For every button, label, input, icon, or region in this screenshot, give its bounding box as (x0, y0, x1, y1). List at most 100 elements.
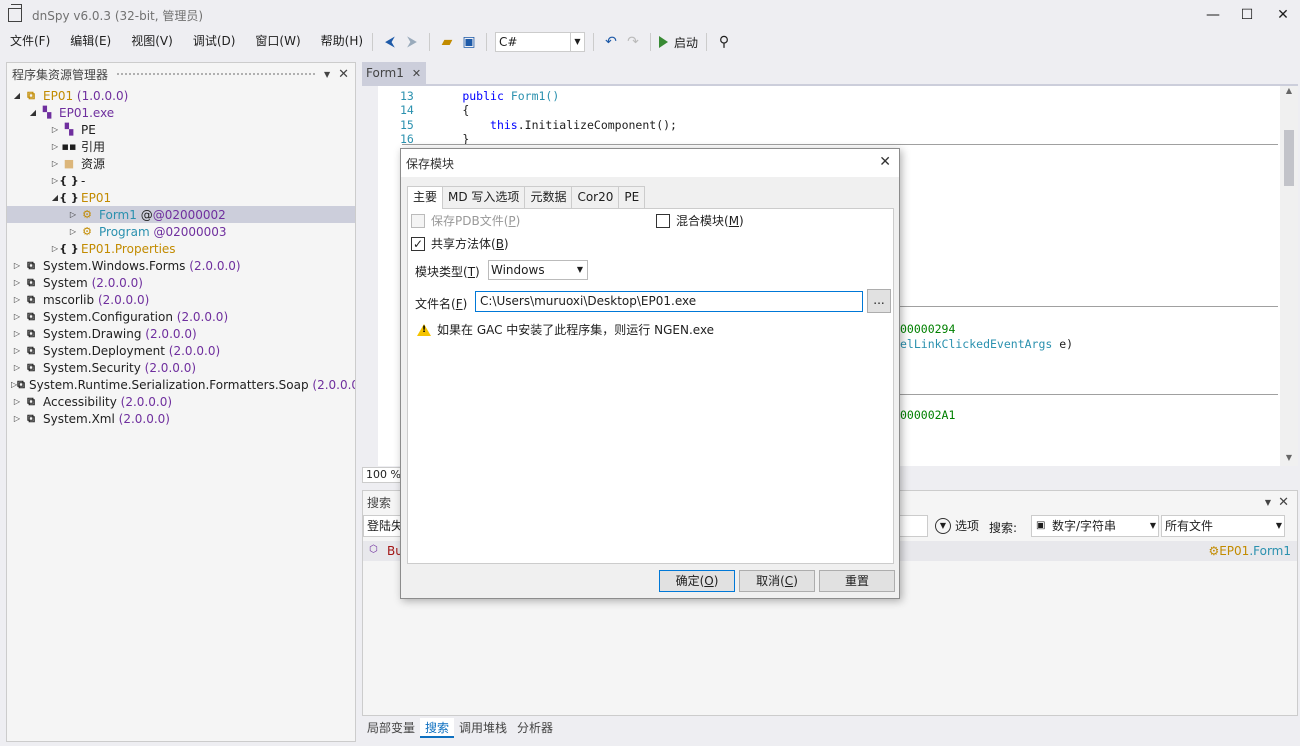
collapsed-icon[interactable]: ▷ (11, 278, 23, 287)
back-icon[interactable]: ⮜ (381, 33, 399, 51)
tree-item-system-security[interactable]: ▷ ⧉ System.Security (2.0.0.0) (7, 359, 355, 376)
assembly-tree: ◢ ⧉ EP01 (1.0.0.0) ◢ ▚ EP01.exe ▷ ▚ PE ▷… (7, 87, 355, 427)
tree-item-system-configuration[interactable]: ▷ ⧉ System.Configuration (2.0.0.0) (7, 308, 355, 325)
panel-close-icon[interactable]: ✕ (1278, 495, 1289, 510)
collapsed-icon[interactable]: ▷ (67, 210, 79, 219)
expanded-icon[interactable]: ◢ (11, 91, 23, 100)
tab-form1[interactable]: Form1 ✕ (362, 62, 426, 84)
collapsed-icon[interactable]: ▷ (49, 125, 61, 134)
tree-item-label: Accessibility (43, 394, 117, 409)
assembly-icon: ⧉ (27, 258, 35, 272)
tree-item-ep01-assembly[interactable]: ◢ ⧉ EP01 (1.0.0.0) (7, 87, 355, 104)
scrollbar-thumb[interactable] (1284, 130, 1294, 186)
tree-item-namespace-properties[interactable]: ▷ { } EP01 .Properties (7, 240, 355, 257)
ok-button[interactable]: 确定(O) (659, 570, 735, 592)
tree-item-references[interactable]: ▷ ▪▪ 引用 (7, 138, 355, 155)
collapsed-icon[interactable]: ▷ (49, 142, 61, 151)
tree-item-label: EP01 (81, 190, 112, 205)
tree-item-system-runtime-serialization[interactable]: ▷ ⧉ System.Runtime.Serialization.Formatt… (7, 376, 355, 393)
panel-close-icon[interactable]: ✕ (338, 67, 349, 82)
tree-item-ep01-exe[interactable]: ◢ ▚ EP01.exe (7, 104, 355, 121)
reset-button[interactable]: 重置 (819, 570, 895, 592)
scroll-down-icon[interactable]: ▼ (1280, 453, 1298, 462)
tree-item-program[interactable]: ▷ ⚙ Program @02000003 (7, 223, 355, 240)
tree-item-system-drawing[interactable]: ▷ ⧉ System.Drawing (2.0.0.0) (7, 325, 355, 342)
tab-md-write-options[interactable]: MD 写入选项 (442, 186, 526, 208)
search-scope-select[interactable]: 所有文件 ▼ (1161, 515, 1285, 537)
tree-item-system-xml[interactable]: ▷ ⧉ System.Xml (2.0.0.0) (7, 410, 355, 427)
collapsed-icon[interactable]: ▷ (11, 346, 23, 355)
tree-item-system-windows-forms[interactable]: ▷ ⧉ System.Windows.Forms (2.0.0.0) (7, 257, 355, 274)
open-icon[interactable]: ▰ (438, 33, 456, 51)
tab-search[interactable]: 搜索 (420, 718, 455, 738)
forward-icon[interactable]: ⮞ (403, 33, 421, 51)
search-icon[interactable]: ⚲ (715, 33, 733, 51)
collapsed-icon[interactable]: ▷ (11, 363, 23, 372)
module-type-select[interactable]: Windows ▼ (488, 260, 588, 280)
search-type-select[interactable]: ▣ 数字/字符串 ▼ (1031, 515, 1159, 537)
save-module-dialog: 保存模块 ✕ 主要 MD 写入选项 元数据 Cor20 PE 保存PDB文件(P… (400, 148, 900, 599)
filename-input[interactable]: C:\Users\muruoxi\Desktop\EP01.exe (475, 291, 863, 312)
mixed-module-checkbox[interactable] (656, 213, 670, 228)
menu-view[interactable]: 视图(V) (121, 30, 183, 52)
collapsed-icon[interactable]: ▷ (11, 295, 23, 304)
tree-item-resources[interactable]: ▷ ■ 资源 (7, 155, 355, 172)
browse-button[interactable]: ... (867, 289, 891, 313)
tree-item-namespace-ep01[interactable]: ◢ { } EP01 (7, 189, 355, 206)
assembly-icon: ⧉ (27, 88, 35, 102)
collapsed-icon[interactable]: ▷ (67, 227, 79, 236)
tree-item-system-deployment[interactable]: ▷ ⧉ System.Deployment (2.0.0.0) (7, 342, 355, 359)
tree-item-accessibility[interactable]: ▷ ⧉ Accessibility (2.0.0.0) (7, 393, 355, 410)
collapsed-icon[interactable]: ▷ (11, 414, 23, 423)
tree-item-version: (2.0.0.0) (168, 343, 221, 358)
collapsed-icon[interactable]: ▷ (11, 397, 23, 406)
tab-close-icon[interactable]: ✕ (412, 67, 421, 80)
menu-window[interactable]: 窗口(W) (245, 30, 310, 52)
expanded-icon[interactable]: ◢ (27, 108, 39, 117)
undo-icon[interactable]: ↶ (602, 33, 620, 51)
code-token: 00000294 (900, 322, 956, 336)
tree-item-version: (2.0.0.0) (120, 394, 173, 409)
options-toggle[interactable]: ▼ 选项 (935, 517, 979, 534)
share-method-bodies-checkbox[interactable]: ✓ (411, 236, 425, 251)
share-method-bodies-option[interactable]: ✓ 共享方法体(B) (411, 235, 509, 252)
tree-item-mscorlib[interactable]: ▷ ⧉ mscorlib (2.0.0.0) (7, 291, 355, 308)
scroll-up-icon[interactable]: ▲ (1280, 86, 1298, 95)
editor-scrollbar[interactable]: ▲ ▼ (1280, 86, 1298, 466)
maximize-button[interactable]: ☐ (1230, 0, 1264, 30)
mixed-module-option[interactable]: 混合模块(M) (656, 212, 744, 229)
collapsed-icon[interactable]: ▷ (11, 261, 23, 270)
tab-metadata[interactable]: 元数据 (524, 186, 573, 208)
dialog-close-icon[interactable]: ✕ (879, 154, 891, 170)
collapsed-icon[interactable]: ▷ (49, 159, 61, 168)
tree-item-namespace-empty[interactable]: ▷ { } - (7, 172, 355, 189)
cancel-button[interactable]: 取消(C) (739, 570, 815, 592)
save-all-icon[interactable]: ▣ (460, 33, 478, 51)
menu-edit[interactable]: 编辑(E) (60, 30, 121, 52)
tab-call-stack[interactable]: 调用堆栈 (454, 718, 512, 738)
zoom-level[interactable]: 100 % (362, 467, 402, 483)
namespace-icon: { } (59, 174, 79, 187)
tree-item-pe[interactable]: ▷ ▚ PE (7, 121, 355, 138)
language-select[interactable]: C# ▼ (495, 32, 585, 52)
collapsed-icon[interactable]: ▷ (11, 329, 23, 338)
tab-main[interactable]: 主要 (407, 186, 444, 209)
panel-menu-icon[interactable]: ▼ (324, 70, 330, 79)
menu-file[interactable]: 文件(F) (0, 30, 60, 52)
start-button[interactable]: 启动 (659, 34, 698, 51)
menu-help[interactable]: 帮助(H) (311, 30, 373, 52)
collapsed-icon[interactable]: ▷ (11, 312, 23, 321)
tree-item-form1[interactable]: ▷ ⚙ Form1 @@02000002 (7, 206, 355, 223)
tab-pe[interactable]: PE (618, 186, 646, 208)
search-type-label: 搜索: (989, 521, 1018, 535)
tab-locals[interactable]: 局部变量 (362, 718, 420, 738)
menu-debug[interactable]: 调试(D) (183, 30, 246, 52)
minimize-button[interactable]: — (1196, 0, 1230, 30)
tree-item-system[interactable]: ▷ ⧉ System (2.0.0.0) (7, 274, 355, 291)
close-button[interactable]: ✕ (1266, 0, 1300, 30)
tab-cor20[interactable]: Cor20 (571, 186, 620, 208)
panel-menu-icon[interactable]: ▼ (1265, 498, 1271, 507)
tab-analyzer[interactable]: 分析器 (512, 718, 558, 738)
toolbar-separator (706, 33, 708, 51)
redo-icon[interactable]: ↷ (624, 33, 642, 51)
